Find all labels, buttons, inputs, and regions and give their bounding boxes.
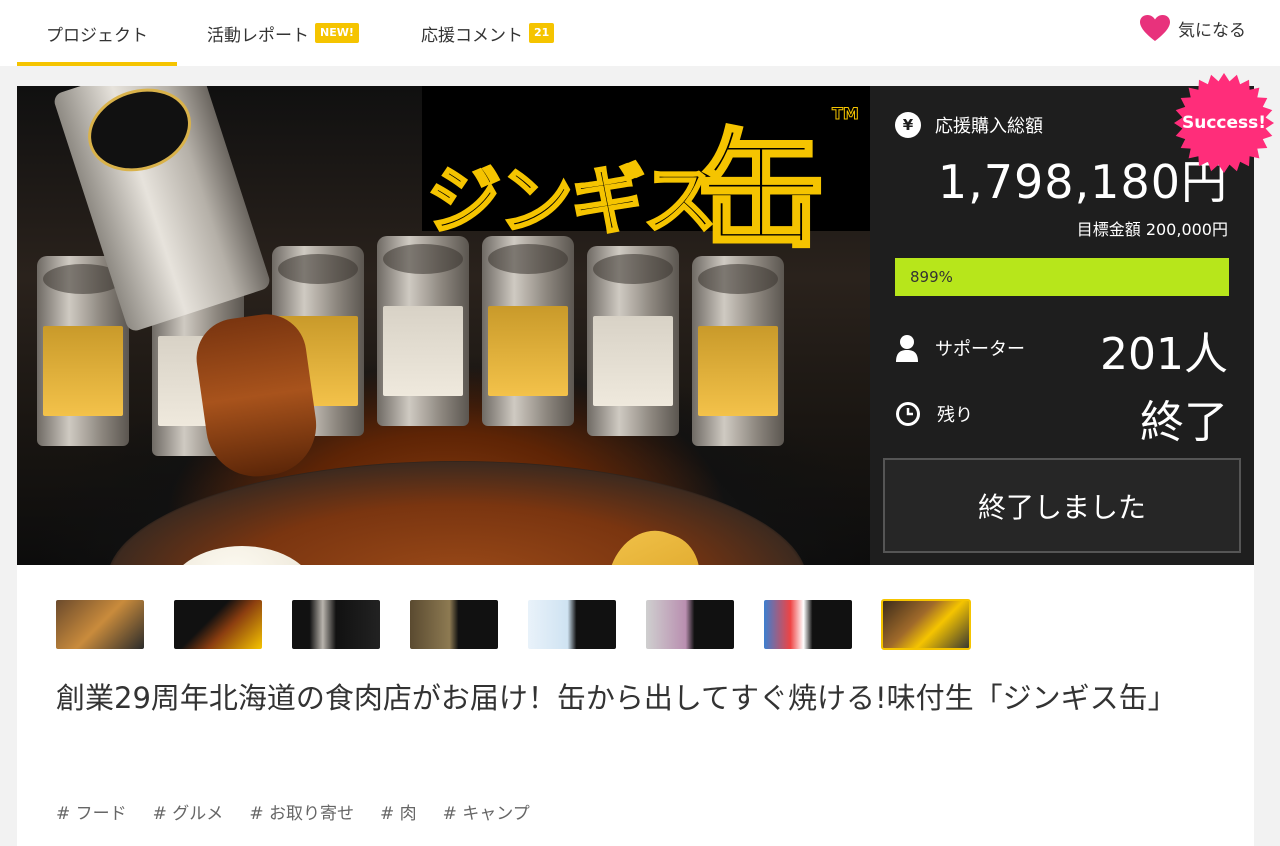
person-icon — [896, 335, 918, 362]
product-logo-kanji: 缶 — [695, 116, 827, 269]
heart-icon — [1140, 14, 1170, 41]
total-amount-label-row: ¥ 応援購入総額 — [895, 112, 1043, 138]
thumbnail[interactable] — [410, 600, 498, 649]
top-navigation: プロジェクト 活動レポート NEW! 応援コメント 21 気になる — [0, 0, 1280, 66]
tab-project[interactable]: プロジェクト — [17, 0, 177, 66]
tab-project-label: プロジェクト — [46, 25, 148, 46]
project-title: 創業29周年北海道の食肉店がお届け！缶から出してすぐ焼ける!味付生「ジンギス缶」 — [56, 681, 1177, 715]
supporters-label-row: サポーター — [895, 334, 1025, 362]
can-image — [587, 246, 679, 436]
favorite-button[interactable]: 気になる — [1140, 0, 1246, 56]
tag-list: # フード # グルメ # お取り寄せ # 肉 # キャンプ — [56, 799, 556, 824]
supporters-count: 201人 — [1100, 329, 1228, 380]
comment-count-badge: 21 — [529, 23, 555, 43]
tag-link[interactable]: # フード — [56, 799, 127, 824]
hero-image[interactable]: ジンギス 缶 TM — [17, 86, 870, 565]
remaining-value: 終了 — [1140, 397, 1228, 448]
remaining-label-row: 残り — [895, 401, 973, 427]
tag-link[interactable]: # 肉 — [380, 799, 417, 824]
thumbnail[interactable] — [528, 600, 616, 649]
favorite-label: 気になる — [1178, 20, 1246, 41]
thumbnail[interactable] — [174, 600, 262, 649]
ended-button[interactable]: 終了しました — [883, 458, 1241, 553]
trademark-mark: TM — [832, 104, 860, 124]
success-badge-label: Success! — [1181, 113, 1267, 133]
can-image — [377, 236, 469, 426]
progress-bar: 899% — [895, 258, 1229, 296]
tab-support-comments[interactable]: 応援コメント 21 — [421, 0, 555, 66]
progress-percent: 899% — [910, 268, 953, 286]
remaining-label: 残り — [937, 405, 973, 426]
yen-icon: ¥ — [895, 112, 921, 138]
success-badge: Success! — [1173, 72, 1275, 174]
thumbnail-strip — [56, 599, 1000, 650]
thumbnail[interactable] — [56, 600, 144, 649]
can-image — [482, 236, 574, 426]
tab-support-comments-label: 応援コメント — [421, 25, 523, 46]
thumbnail[interactable] — [646, 600, 734, 649]
thumbnail[interactable] — [292, 600, 380, 649]
tab-activity-report[interactable]: 活動レポート NEW! — [207, 0, 359, 66]
thumbnail-selected[interactable] — [881, 599, 971, 650]
can-image — [692, 256, 784, 446]
supporters-label: サポーター — [935, 339, 1025, 360]
tag-link[interactable]: # キャンプ — [443, 799, 530, 824]
thumbnail[interactable] — [764, 600, 852, 649]
goal-amount: 目標金額 200,000円 — [1076, 220, 1228, 239]
tag-link[interactable]: # グルメ — [153, 799, 224, 824]
tab-activity-report-label: 活動レポート — [207, 25, 309, 46]
clock-icon — [896, 402, 920, 426]
total-amount-label: 応援購入総額 — [935, 116, 1043, 137]
product-logo-text: ジンギス — [426, 157, 719, 246]
project-info-card: 創業29周年北海道の食肉店がお届け！缶から出してすぐ焼ける!味付生「ジンギス缶」… — [17, 565, 1254, 846]
new-badge: NEW! — [315, 23, 359, 43]
tag-link[interactable]: # お取り寄せ — [249, 799, 354, 824]
